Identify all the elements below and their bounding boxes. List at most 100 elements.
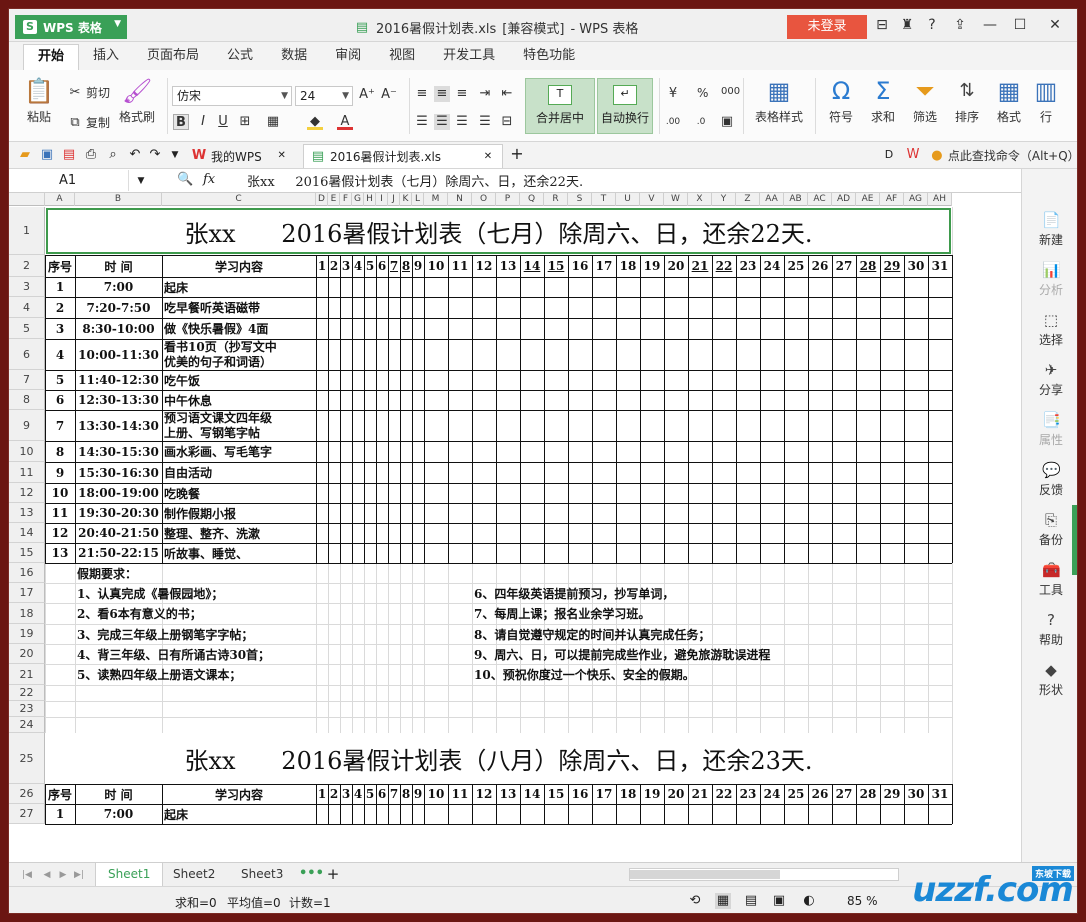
sheet-title-august[interactable]: 张xx 2016暑假计划表（八月）除周六、日，还余23天.	[45, 733, 952, 784]
row-header[interactable]: 2	[9, 255, 45, 277]
underline-button[interactable]: U	[215, 114, 231, 130]
header-day[interactable]: 30	[906, 255, 926, 277]
row-header[interactable]: 26	[9, 784, 45, 804]
row-header[interactable]: 16	[9, 563, 45, 583]
sheet-tab-1[interactable]: Sheet1	[95, 863, 164, 886]
sidebar-tools[interactable]: 🧰 工具	[1022, 561, 1077, 598]
schedule-content[interactable]: 整理、整齐、洗漱	[164, 523, 314, 543]
sidebar-new[interactable]: 📄 新建	[1022, 211, 1077, 248]
schedule-no[interactable]: 10	[47, 483, 73, 503]
schedule-time[interactable]: 11:40-12:30	[77, 370, 160, 390]
header-day[interactable]: 14	[522, 255, 542, 277]
column-header[interactable]: M	[424, 193, 448, 206]
new-tab-icon[interactable]: +	[509, 146, 525, 162]
header-day[interactable]: 11	[450, 255, 470, 277]
column-header[interactable]: L	[412, 193, 424, 206]
schedule-no[interactable]: 8	[47, 441, 73, 462]
schedule-time[interactable]: 7:20-7:50	[77, 297, 160, 318]
close-icon[interactable]: ✕	[480, 149, 496, 165]
border-button[interactable]: ⊞	[237, 114, 253, 130]
font-color-button[interactable]: A	[337, 114, 353, 130]
symbol-button[interactable]: Ω 符号	[823, 76, 859, 125]
header-day[interactable]: 9	[414, 784, 422, 804]
cell-format-button[interactable]: ▣	[719, 114, 735, 130]
row-header[interactable]: 19	[9, 624, 45, 644]
requirement-item[interactable]: 2、看6本有意义的书；	[77, 603, 446, 624]
column-header[interactable]: N	[448, 193, 472, 206]
sidebar-analysis[interactable]: 📊 分析	[1022, 261, 1077, 298]
header-day[interactable]: 1	[318, 255, 326, 277]
column-header[interactable]: T	[592, 193, 616, 206]
column-header[interactable]: S	[568, 193, 592, 206]
tab-insert[interactable]: 插入	[79, 42, 133, 70]
undo-icon[interactable]: ↶	[127, 147, 143, 163]
row-header[interactable]: 24	[9, 717, 45, 733]
restore-ribbon-icon[interactable]: ⇪	[949, 17, 971, 33]
schedule-content[interactable]: 听故事、睡觉、	[164, 543, 314, 563]
row-header[interactable]: 12	[9, 483, 45, 503]
format-button[interactable]: ▦ 格式	[991, 76, 1027, 125]
header-no[interactable]: 序号	[47, 784, 73, 804]
header-day[interactable]: 18	[618, 255, 638, 277]
italic-button[interactable]: I	[195, 114, 211, 130]
header-day[interactable]: 31	[930, 255, 950, 277]
sidebar-properties[interactable]: 📑 属性	[1022, 411, 1077, 448]
align-center-button[interactable]: ☰	[434, 114, 450, 130]
schedule-content[interactable]: 吃午饭	[164, 370, 314, 390]
skin-icon[interactable]: ⊟	[871, 17, 893, 33]
merge-border-button[interactable]: ▦	[265, 114, 281, 130]
sidebar-select[interactable]: ⬚ 选择	[1022, 311, 1077, 348]
schedule-content[interactable]: 起床	[164, 277, 314, 297]
schedule-no[interactable]: 7	[47, 410, 73, 441]
history-icon[interactable]: ⟲	[687, 893, 703, 909]
comma-button[interactable]: 000	[721, 86, 740, 97]
header-day[interactable]: 21	[690, 255, 710, 277]
header-day[interactable]: 12	[474, 784, 494, 804]
header-day[interactable]: 21	[690, 784, 710, 804]
open-folder-icon[interactable]: ▰	[17, 147, 33, 163]
header-day[interactable]: 22	[714, 255, 734, 277]
schedule-no[interactable]: 9	[47, 462, 73, 483]
schedule-content[interactable]: 做《快乐暑假》4面	[164, 318, 314, 339]
schedule-time[interactable]: 10:00-11:30	[77, 339, 160, 370]
header-day[interactable]: 13	[498, 784, 518, 804]
requirement-item[interactable]: 7、每周上课；报名业余学习班。	[474, 603, 950, 624]
header-day[interactable]: 27	[834, 255, 854, 277]
font-size-select[interactable]: 24 ▼	[295, 86, 353, 106]
minimize-button[interactable]: —	[979, 17, 1001, 33]
merge-center-button[interactable]: T 合并居中	[525, 78, 595, 134]
header-day[interactable]: 7	[390, 784, 398, 804]
header-day[interactable]: 25	[786, 255, 806, 277]
requirement-item[interactable]: 1、认真完成《暑假园地》；	[77, 583, 446, 603]
grow-font-button[interactable]: A⁺	[359, 87, 375, 103]
justify-button[interactable]: ☰	[477, 114, 493, 130]
reading-mode-icon[interactable]: ◐	[801, 893, 817, 909]
column-header[interactable]: V	[640, 193, 664, 206]
header-day[interactable]: 2	[330, 784, 338, 804]
header-day[interactable]: 12	[474, 255, 494, 277]
requirement-item[interactable]: 3、完成三年级上册钢笔字字帖；	[77, 624, 446, 644]
header-day[interactable]: 30	[906, 784, 926, 804]
row-header[interactable]: 6	[9, 339, 45, 370]
row-header[interactable]: 9	[9, 410, 45, 441]
header-day[interactable]: 11	[450, 784, 470, 804]
add-sheet-icon[interactable]: +	[325, 866, 341, 882]
outdent-button[interactable]: ⇤	[499, 86, 515, 102]
row-header[interactable]: 1	[9, 207, 45, 255]
schedule-time[interactable]: 13:30-14:30	[77, 410, 160, 441]
header-day[interactable]: 18	[618, 784, 638, 804]
header-content[interactable]: 学习内容	[164, 255, 314, 277]
schedule-no[interactable]: 5	[47, 370, 73, 390]
schedule-time[interactable]: 21:50-22:15	[77, 543, 160, 563]
decrease-decimal-button[interactable]: .0	[693, 114, 709, 130]
column-header[interactable]: H	[364, 193, 376, 206]
schedule-content[interactable]: 预习语文课文四年级 上册、写钢笔字帖	[164, 410, 314, 441]
column-header[interactable]: AD	[832, 193, 856, 206]
name-box[interactable]: A1	[9, 170, 129, 191]
column-header[interactable]: U	[616, 193, 640, 206]
header-day[interactable]: 4	[354, 784, 362, 804]
header-day[interactable]: 17	[594, 784, 614, 804]
requirement-item[interactable]: 10、预祝你度过一个快乐、安全的假期。	[474, 664, 950, 685]
more-sheets-icon[interactable]: •••	[299, 866, 324, 882]
column-header[interactable]: Q	[520, 193, 544, 206]
